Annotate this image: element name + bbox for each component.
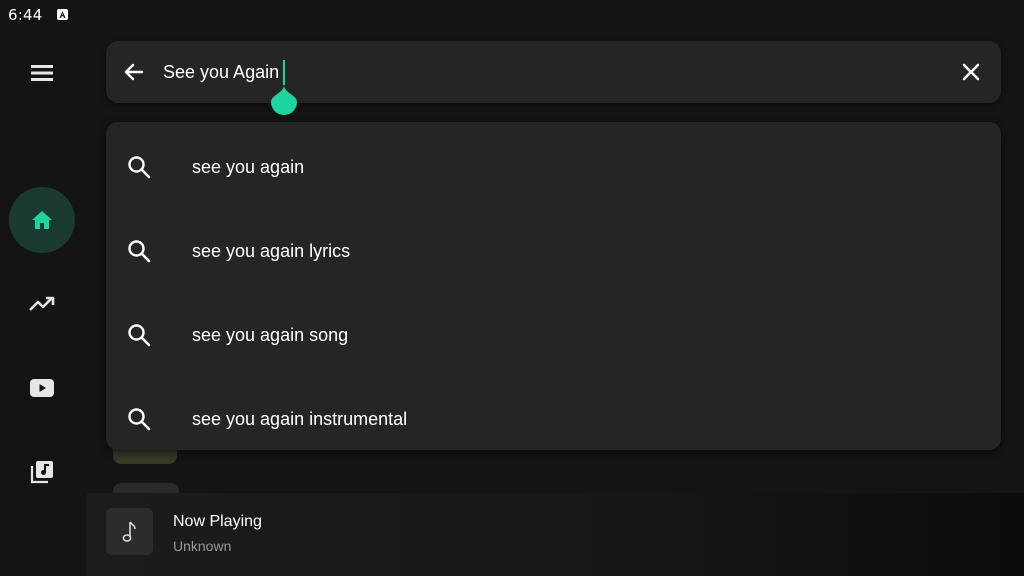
menu-icon[interactable]	[30, 64, 54, 82]
now-playing-artist: Unknown	[173, 538, 232, 554]
text-cursor	[283, 60, 285, 85]
search-bar	[106, 41, 1001, 115]
trending-up-icon	[29, 296, 55, 311]
search-icon	[126, 154, 152, 180]
library-music-icon	[30, 461, 53, 484]
suggestion-label: see you again song	[192, 325, 349, 345]
suggestion-item[interactable]: see you again	[106, 122, 1001, 206]
nav-home-button[interactable]	[9, 187, 75, 253]
now-playing-bar[interactable]: Now Playing Unknown	[86, 493, 1024, 576]
navigation-rail	[0, 30, 86, 576]
nav-trending-button[interactable]	[9, 271, 75, 337]
search-input[interactable]	[163, 59, 923, 85]
music-note-icon	[122, 521, 136, 542]
nav-library-button[interactable]	[9, 439, 75, 505]
suggestion-label: see you again lyrics	[192, 241, 351, 261]
nav-youtube-button[interactable]	[9, 355, 75, 421]
now-playing-title: Now Playing	[173, 513, 262, 530]
suggestion-label: see you again	[192, 157, 305, 177]
arrow-back-icon[interactable]	[122, 60, 146, 84]
search-icon	[126, 322, 152, 348]
suggestion-label: see you again instrumental	[192, 409, 408, 429]
status-time: 6:44	[8, 6, 43, 24]
home-icon	[32, 211, 52, 229]
album-art	[106, 508, 153, 555]
a-square-icon	[57, 9, 68, 20]
search-icon	[126, 238, 152, 264]
suggestion-item[interactable]: see you again song	[106, 290, 1001, 374]
cursor-handle[interactable]	[271, 85, 297, 115]
youtube-icon	[30, 379, 54, 397]
suggestion-item[interactable]: see you again lyrics	[106, 206, 1001, 290]
search-suggestions: see you again see you again lyrics see y…	[106, 122, 1001, 450]
app-screen: 6:44 See you Again see you again see you…	[0, 0, 1024, 576]
suggestion-item[interactable]: see you again instrumental	[106, 374, 1001, 458]
search-icon	[126, 406, 152, 432]
close-icon[interactable]	[959, 60, 983, 84]
